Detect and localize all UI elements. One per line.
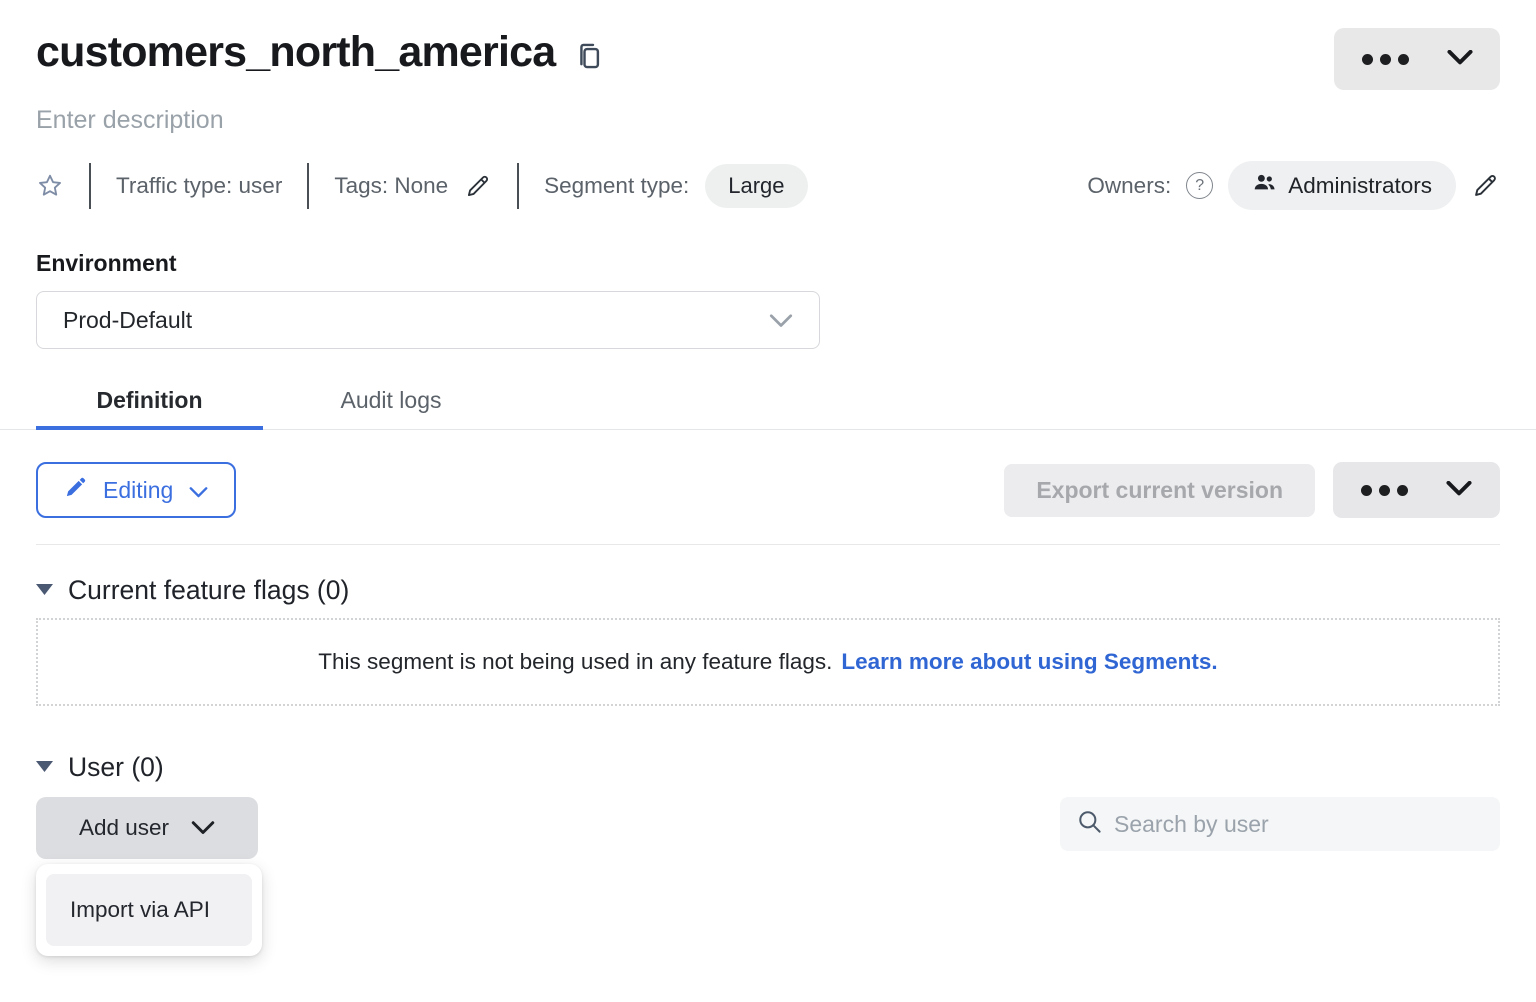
feature-flags-section-title: Current feature flags (0) [68,575,349,606]
owners-pill[interactable]: Administrators [1228,161,1456,210]
copy-icon [575,60,602,75]
segment-type-label: Segment type: [544,173,689,199]
tab-bar: Definition Audit logs [0,371,1536,430]
user-search-box [1060,797,1500,851]
owners-label: Owners: [1087,173,1171,199]
divider [517,163,519,209]
favorite-star-button[interactable] [36,172,64,200]
star-icon [36,188,64,203]
chevron-down-icon [1447,50,1473,68]
edit-owners-button[interactable] [1471,171,1500,200]
environment-label: Environment [36,250,1500,277]
page-header: customers_north_america [36,28,1500,90]
learn-more-link[interactable]: Learn more about using Segments. [841,649,1217,675]
page-title: customers_north_america [36,28,555,77]
divider [307,163,309,209]
definition-toolbar: Editing Export current version [36,462,1500,518]
divider [89,163,91,209]
ellipsis-icon [1361,485,1408,496]
user-section-header[interactable]: User (0) [36,752,164,783]
environment-section: Environment Prod-Default [36,250,1500,349]
editing-status-label: Editing [103,477,173,504]
chevron-down-icon [1446,481,1472,499]
divider [36,544,1500,545]
tags-label: Tags: None [334,173,448,199]
traffic-type-label: Traffic type: user [116,173,282,199]
meta-row: Traffic type: user Tags: None Segment ty… [36,161,1500,210]
chevron-down-icon [189,477,208,504]
copy-title-button[interactable] [575,41,602,72]
collapse-triangle-icon [36,759,53,777]
pencil-icon [1471,188,1500,203]
page-more-actions-button[interactable] [1334,28,1500,90]
feature-flags-section-header[interactable]: Current feature flags (0) [36,575,349,606]
people-icon [1252,170,1277,201]
add-user-label: Add user [79,815,169,841]
edit-tags-button[interactable] [464,172,492,200]
chevron-down-icon [769,307,793,334]
user-controls-row: Add user Import via API [36,797,1500,859]
feature-flags-empty-message: This segment is not being used in any fe… [318,649,832,675]
feature-flags-empty-state: This segment is not being used in any fe… [36,618,1500,706]
chevron-down-icon [191,815,215,841]
search-by-user-input[interactable] [1112,810,1484,839]
definition-more-actions-button[interactable] [1333,462,1500,518]
export-current-version-button[interactable]: Export current version [1004,464,1315,517]
menu-item-import-via-api[interactable]: Import via API [46,874,252,946]
environment-selected-value: Prod-Default [63,307,192,334]
help-icon[interactable]: ? [1186,172,1213,199]
collapse-triangle-icon [36,582,53,600]
tab-audit-logs[interactable]: Audit logs [321,371,461,429]
environment-select[interactable]: Prod-Default [36,291,820,349]
search-icon [1076,808,1103,840]
pencil-filled-icon [64,476,87,505]
segment-type-badge: Large [705,164,807,208]
user-section-title: User (0) [68,752,164,783]
owners-value: Administrators [1288,173,1432,199]
ellipsis-icon [1362,54,1409,65]
description-placeholder[interactable]: Enter description [36,106,224,135]
add-user-button[interactable]: Add user [36,797,258,859]
editing-status-button[interactable]: Editing [36,462,236,518]
pencil-icon [464,188,492,203]
add-user-dropdown-menu: Import via API [36,864,262,956]
tab-definition[interactable]: Definition [36,371,263,429]
